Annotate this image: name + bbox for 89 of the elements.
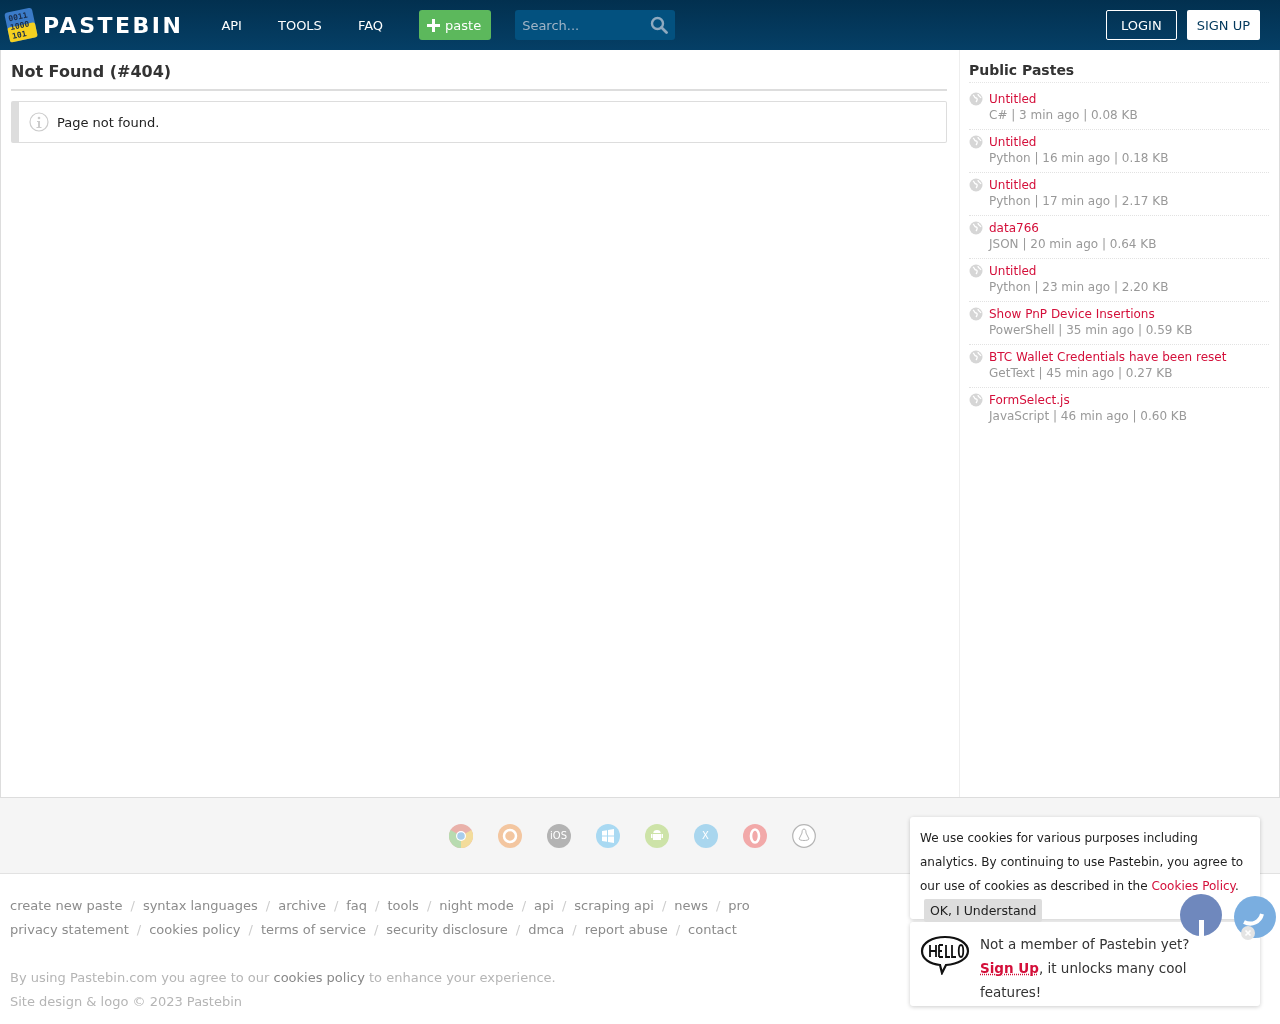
globe-icon: [969, 264, 983, 278]
globe-icon: [969, 307, 983, 321]
cookies-policy-link[interactable]: cookies policy: [273, 970, 365, 985]
paste-link[interactable]: FormSelect.js: [989, 393, 1070, 407]
separator: /: [333, 898, 339, 913]
globe-icon: [969, 135, 983, 149]
chrome-icon: [448, 823, 473, 848]
page-title: Not Found (#404): [11, 62, 947, 91]
logo-link[interactable]: 0011 1000 101 PASTEBIN: [3, 6, 184, 44]
footer-link[interactable]: faq: [346, 898, 368, 913]
footer-link[interactable]: report abuse: [584, 922, 668, 937]
separator: /: [661, 898, 667, 913]
footer-link[interactable]: security disclosure: [386, 922, 508, 937]
accept-cookies-button[interactable]: OK, I Understand: [924, 899, 1043, 922]
info-icon: [29, 112, 49, 132]
footer-link[interactable]: create new paste: [10, 898, 123, 913]
separator: /: [572, 922, 577, 937]
separator: /: [130, 898, 135, 913]
footer-link[interactable]: scraping api: [574, 898, 654, 913]
paste-details: Python | 16 min ago | 0.18 KB: [989, 150, 1169, 166]
paste-link[interactable]: Show PnP Device Insertions: [989, 307, 1155, 321]
footer-link[interactable]: contact: [688, 922, 737, 937]
nav-link[interactable]: API: [221, 17, 242, 33]
separator: /: [426, 898, 432, 913]
footer-link[interactable]: terms of service: [260, 922, 366, 937]
paste-link[interactable]: Untitled: [989, 135, 1037, 149]
globe-icon: [969, 221, 983, 235]
mac-icon: X: [693, 823, 718, 848]
pastebin-logo-icon: 0011 1000 101: [3, 6, 39, 44]
notice-text: Page not found.: [57, 114, 160, 130]
sign-up-button[interactable]: SIGN UP: [1186, 10, 1260, 40]
cookies-policy-link[interactable]: Cookies Policy: [1151, 879, 1235, 893]
ios-icon: iOS: [546, 823, 571, 848]
paste-link[interactable]: data766: [989, 221, 1039, 235]
separator: /: [375, 898, 380, 913]
signup-question: Not a member of Pastebin yet?: [980, 935, 1191, 954]
paste-link[interactable]: Untitled: [989, 264, 1037, 278]
separator: /: [561, 898, 567, 913]
paste-link[interactable]: Untitled: [989, 178, 1037, 192]
globe-icon: [969, 350, 983, 364]
separator: /: [715, 898, 721, 913]
sign-up-link[interactable]: Sign Up: [980, 960, 1039, 976]
android-icon: [644, 823, 669, 848]
paste-details: PowerShell | 35 min ago | 0.59 KB: [989, 322, 1193, 338]
separator: /: [136, 922, 142, 937]
close-icon: [1241, 926, 1255, 940]
windows-icon: [595, 823, 620, 848]
separator: /: [515, 922, 521, 937]
copyright-text: Site design & logo © 2023 Pastebin: [10, 993, 243, 1011]
login-button[interactable]: LOGIN: [1105, 10, 1177, 40]
hello-speech-bubble-icon: [920, 935, 970, 975]
globe-icon: [969, 92, 983, 106]
paste-details: Python | 23 min ago | 2.20 KB: [989, 279, 1169, 295]
separator: /: [675, 922, 681, 937]
footer-link[interactable]: cookies policy: [149, 922, 241, 937]
nav-link[interactable]: TOOLS: [277, 17, 322, 33]
paste-details: Python | 17 min ago | 2.17 KB: [989, 193, 1169, 209]
footer-link[interactable]: night mode: [439, 898, 514, 913]
paste-details: JSON | 20 min ago | 0.64 KB: [989, 236, 1157, 252]
new-paste-button[interactable]: paste: [419, 10, 492, 40]
paste-details: C# | 3 min ago | 0.08 KB: [989, 107, 1138, 123]
footer-link[interactable]: api: [534, 898, 554, 913]
footer-link[interactable]: dmca: [528, 922, 565, 937]
separator: /: [521, 898, 527, 913]
globe-icon: [969, 393, 983, 407]
paste-link[interactable]: BTC Wallet Credentials have been reset: [989, 350, 1227, 364]
footer-link[interactable]: archive: [278, 898, 326, 913]
footer-link[interactable]: privacy statement: [10, 922, 129, 937]
footer-link[interactable]: tools: [387, 898, 419, 913]
nav-link[interactable]: FAQ: [357, 17, 384, 33]
linux-icon: [791, 823, 816, 848]
sidebar-title: Public Pastes: [969, 62, 1269, 83]
paste-details: JavaScript | 46 min ago | 0.60 KB: [989, 408, 1187, 424]
search-field[interactable]: Search...: [515, 10, 676, 40]
brand-name: PASTEBIN: [43, 12, 184, 38]
separator: /: [265, 898, 271, 913]
paste-link[interactable]: Untitled: [989, 92, 1037, 106]
plus-icon: [427, 18, 441, 32]
signup-message: Sign Up, it unlocks many cool features!: [980, 959, 1188, 1002]
globe-icon: [969, 178, 983, 192]
opera-icon: [742, 823, 767, 848]
cookie-message: We use cookies for various purposes including analytics. By continuing to use Pastebin, you agree to our use of cookies as described in the Cookies Policy.: [920, 830, 1245, 895]
footer-notice: By using Pastebin.com you agree to our cookies policy to enhance your experience.: [10, 969, 556, 987]
separator: /: [248, 922, 253, 937]
footer-link[interactable]: news: [674, 898, 708, 913]
footer-link[interactable]: pro: [728, 898, 750, 913]
footer-link[interactable]: syntax languages: [142, 898, 258, 913]
separator: /: [373, 922, 379, 937]
paste-details: GetText | 45 min ago | 0.27 KB: [989, 365, 1174, 381]
